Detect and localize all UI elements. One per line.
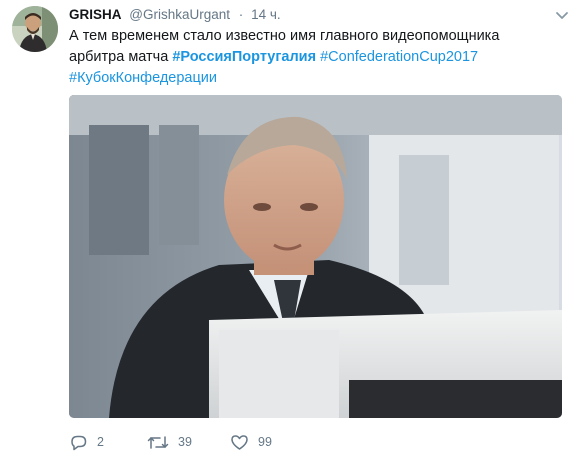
tweet-text-line: арбитра матча	[69, 49, 173, 65]
tweet-header: GRISHA @GrishkaUrgant · 14 ч.	[69, 6, 281, 24]
user-handle[interactable]: @GrishkaUrgant	[129, 7, 230, 22]
hashtag-link[interactable]: #КубокКонфедерации	[69, 70, 217, 86]
separator-dot: ·	[238, 7, 244, 22]
like-button[interactable]: 99	[230, 434, 290, 451]
reply-button[interactable]: 2	[69, 434, 147, 451]
like-count: 99	[258, 435, 272, 449]
tweet-photo[interactable]	[69, 95, 562, 418]
tweet-timestamp[interactable]: 14 ч.	[251, 7, 281, 22]
retweet-count: 39	[178, 435, 192, 449]
reply-icon	[69, 434, 88, 451]
chevron-down-icon[interactable]	[553, 6, 571, 24]
retweet-button[interactable]: 39	[147, 434, 230, 451]
avatar[interactable]	[12, 6, 58, 52]
tweet-text: А тем временем стало известно имя главно…	[69, 26, 539, 89]
tweet: GRISHA @GrishkaUrgant · 14 ч. А тем врем…	[0, 0, 581, 464]
hashtag-link[interactable]: #РоссияПортугалия	[172, 49, 316, 65]
display-name[interactable]: GRISHA	[69, 7, 122, 22]
heart-icon	[230, 434, 249, 451]
retweet-icon	[147, 434, 169, 451]
tweet-text-line: А тем временем стало известно имя главно…	[69, 28, 500, 44]
tweet-actions: 2 39 99	[69, 432, 290, 452]
reply-count: 2	[97, 435, 104, 449]
hashtag-link[interactable]: #ConfederationCup2017	[320, 49, 478, 65]
